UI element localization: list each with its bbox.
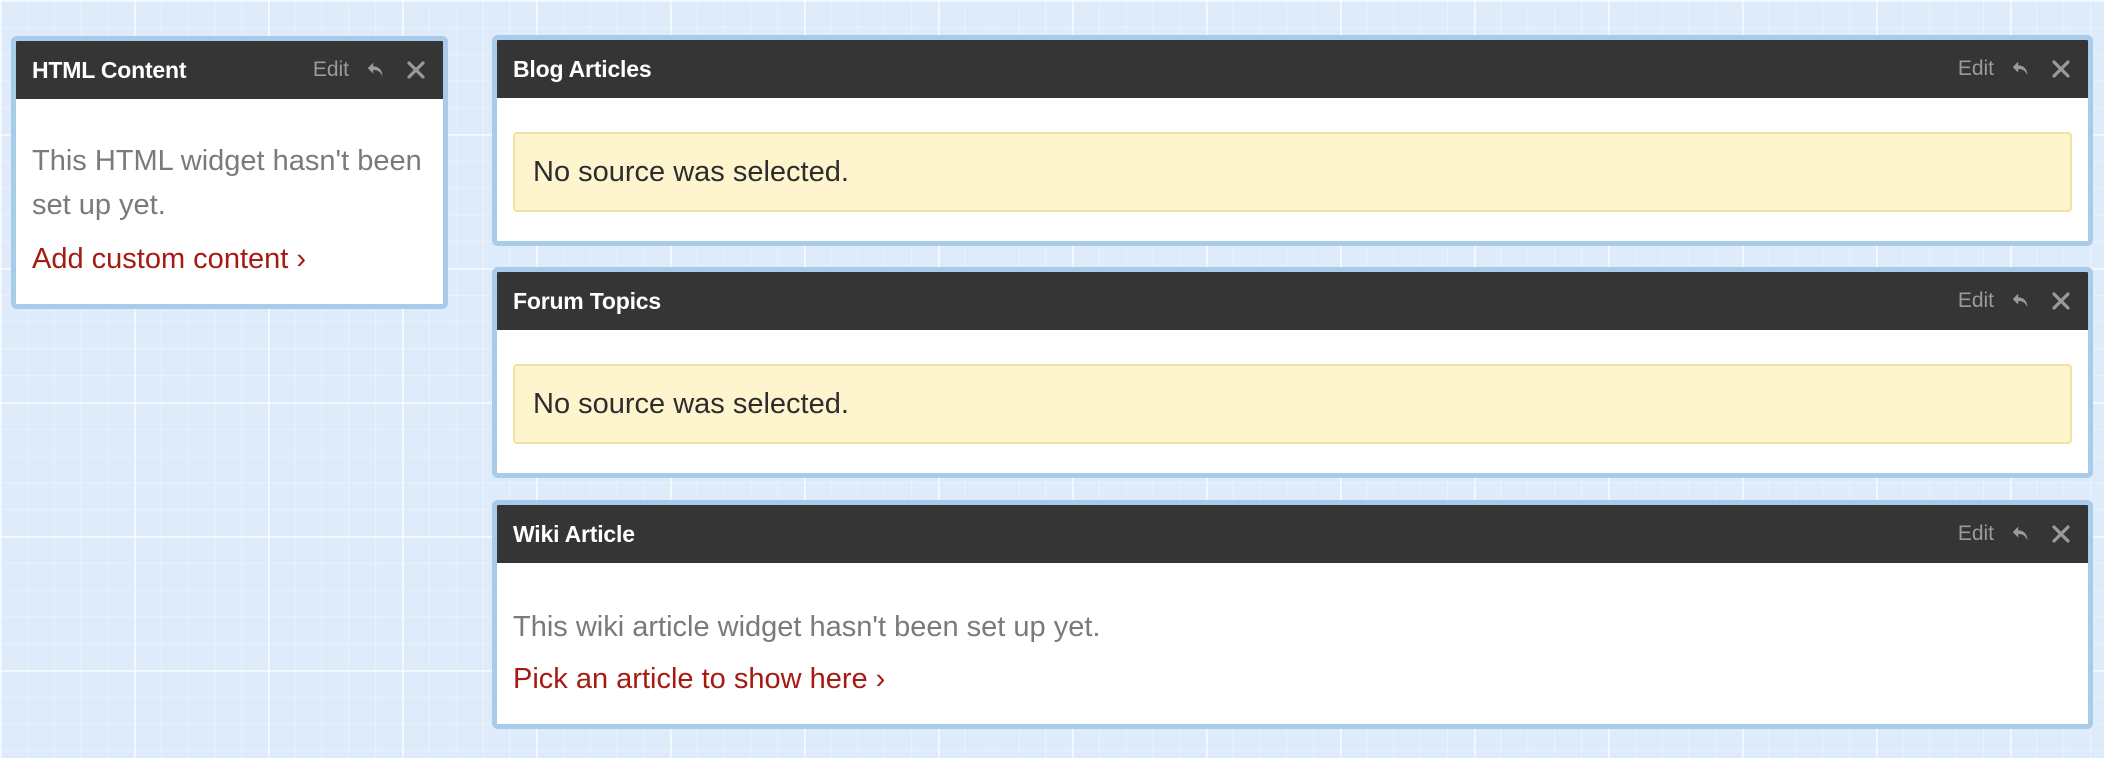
edit-button[interactable]: Edit: [313, 58, 349, 82]
undo-icon[interactable]: [2008, 56, 2034, 82]
undo-icon[interactable]: [363, 57, 389, 83]
widget-body: This wiki article widget hasn't been set…: [497, 563, 2088, 721]
widget-header[interactable]: Forum Topics Edit: [497, 272, 2088, 330]
widget-header[interactable]: HTML Content Edit: [16, 41, 443, 99]
edit-button[interactable]: Edit: [1958, 522, 1994, 546]
close-icon[interactable]: [2048, 288, 2074, 314]
widget-body: No source was selected.: [497, 330, 2088, 444]
widget-actions: Edit: [1958, 521, 2074, 547]
pick-article-link[interactable]: Pick an article to show here ›: [513, 657, 885, 701]
widget-body: This HTML widget hasn't been set up yet.…: [16, 99, 443, 301]
edit-button[interactable]: Edit: [1958, 57, 1994, 81]
close-icon[interactable]: [2048, 521, 2074, 547]
no-source-alert: No source was selected.: [513, 364, 2072, 444]
widget-body: No source was selected.: [497, 98, 2088, 212]
widget-header[interactable]: Blog Articles Edit: [497, 40, 2088, 98]
widget-title: Wiki Article: [513, 520, 635, 547]
widget-actions: Edit: [1958, 288, 2074, 314]
close-icon[interactable]: [2048, 56, 2074, 82]
widget-actions: Edit: [1958, 56, 2074, 82]
placeholder-message: This wiki article widget hasn't been set…: [513, 611, 1101, 643]
placeholder-message: This HTML widget hasn't been set up yet.: [32, 145, 422, 221]
widget-html-content: HTML Content Edit This HTML widget hasn'…: [11, 36, 448, 309]
no-source-alert: No source was selected.: [513, 132, 2072, 212]
widget-forum-topics: Forum Topics Edit No source was selected…: [492, 267, 2093, 478]
close-icon[interactable]: [403, 57, 429, 83]
widget-title: Forum Topics: [513, 287, 661, 314]
undo-icon[interactable]: [2008, 288, 2034, 314]
widget-title: HTML Content: [32, 56, 187, 83]
widget-header[interactable]: Wiki Article Edit: [497, 505, 2088, 563]
widget-title: Blog Articles: [513, 55, 652, 82]
layout-canvas: HTML Content Edit This HTML widget hasn'…: [0, 0, 2104, 758]
add-custom-content-link[interactable]: Add custom content ›: [32, 237, 306, 281]
widget-wiki-article: Wiki Article Edit This wiki article widg…: [492, 500, 2093, 729]
undo-icon[interactable]: [2008, 521, 2034, 547]
widget-actions: Edit: [313, 57, 429, 83]
widget-blog-articles: Blog Articles Edit No source was selecte…: [492, 35, 2093, 246]
edit-button[interactable]: Edit: [1958, 289, 1994, 313]
